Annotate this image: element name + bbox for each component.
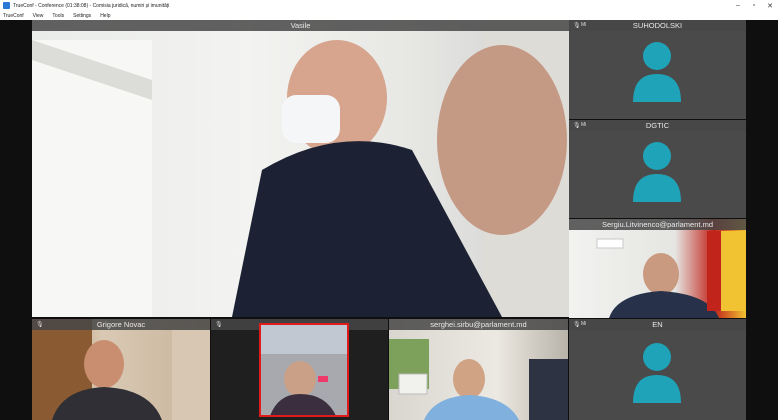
microphone-icon: 🎙 xyxy=(573,123,581,129)
participant-name: Sergiu.Litvinenco@parlament.md xyxy=(601,220,713,229)
menu-item-view[interactable]: View xyxy=(33,13,44,19)
participant-name: Vasile xyxy=(290,21,311,30)
menu-item-trueconf[interactable]: TrueConf xyxy=(3,13,24,19)
microphone-icon: 🎙 xyxy=(215,322,223,328)
participant-label-suhodolski: 🎙 Mi SUHODOLSKI xyxy=(569,20,746,31)
participant-name: EN xyxy=(652,320,663,329)
window-titlebar: TrueConf - Conference (01:38:08) - Comis… xyxy=(0,0,778,11)
participant-label-grigore: 🎙 Grigore Novac xyxy=(32,319,210,330)
video-tile-serghei[interactable]: serghei.sirbu@parlament.md xyxy=(389,319,568,420)
microphone-icon: 🎙 xyxy=(573,322,581,328)
user-avatar-icon xyxy=(633,343,681,403)
close-button[interactable]: ✕ xyxy=(762,0,778,11)
active-speaker-border xyxy=(259,323,349,417)
window-controls: – ▫ ✕ xyxy=(730,0,778,11)
participant-badge: Mi xyxy=(581,321,587,327)
menu-bar: TrueConf View Tools Settings Help xyxy=(0,11,778,20)
participant-name: SUHODOLSKI xyxy=(632,21,683,30)
conference-stage: Vasile 🎙 Mi SUHODOLSKI 🎙 Mi DGTIC Sergiu… xyxy=(0,20,778,420)
participant-label-sergiu: Sergiu.Litvinenco@parlament.md xyxy=(569,219,746,230)
serghei-video-feed xyxy=(389,339,568,420)
video-tile-dgtic[interactable]: 🎙 Mi DGTIC xyxy=(569,120,746,218)
window-title: TrueConf - Conference (01:38:08) - Comis… xyxy=(13,2,170,9)
participant-label-serghei: serghei.sirbu@parlament.md xyxy=(389,319,568,330)
participant-name: Grigore Novac xyxy=(96,320,146,329)
maximize-button[interactable]: ▫ xyxy=(746,0,762,11)
participant-badge: Mi xyxy=(581,22,587,28)
sergiu-video-feed xyxy=(596,231,746,318)
grigore-video-feed xyxy=(32,319,210,420)
menu-item-help[interactable]: Help xyxy=(100,13,110,19)
microphone-icon: 🎙 xyxy=(573,23,581,29)
participant-name: DGTIC xyxy=(645,121,670,130)
participant-label-en: 🎙 Mi EN xyxy=(569,319,746,330)
participant-name: serghei.sirbu@parlament.md xyxy=(430,320,527,329)
video-tile-sergiu[interactable]: Sergiu.Litvinenco@parlament.md xyxy=(569,219,746,318)
participant-label-main: Vasile xyxy=(32,20,569,31)
trueconf-app-icon xyxy=(3,2,10,9)
video-tile-grigore[interactable]: 🎙 Grigore Novac xyxy=(32,319,210,420)
minimize-button[interactable]: – xyxy=(730,0,746,11)
video-tile-main[interactable]: Vasile xyxy=(32,20,569,317)
menu-item-settings[interactable]: Settings xyxy=(73,13,91,19)
participant-label-dgtic: 🎙 Mi DGTIC xyxy=(569,120,746,131)
user-avatar-icon xyxy=(633,142,681,202)
participant-badge: Mi xyxy=(581,122,587,128)
user-avatar-icon xyxy=(633,42,681,102)
menu-item-tools[interactable]: Tools xyxy=(52,13,64,19)
main-video-feed xyxy=(32,20,569,317)
video-tile-pm[interactable]: 🎙 pm xyxy=(211,319,388,420)
microphone-icon: 🎙 xyxy=(36,322,44,328)
video-tile-en[interactable]: 🎙 Mi EN xyxy=(569,319,746,420)
video-tile-suhodolski[interactable]: 🎙 Mi SUHODOLSKI xyxy=(569,20,746,119)
